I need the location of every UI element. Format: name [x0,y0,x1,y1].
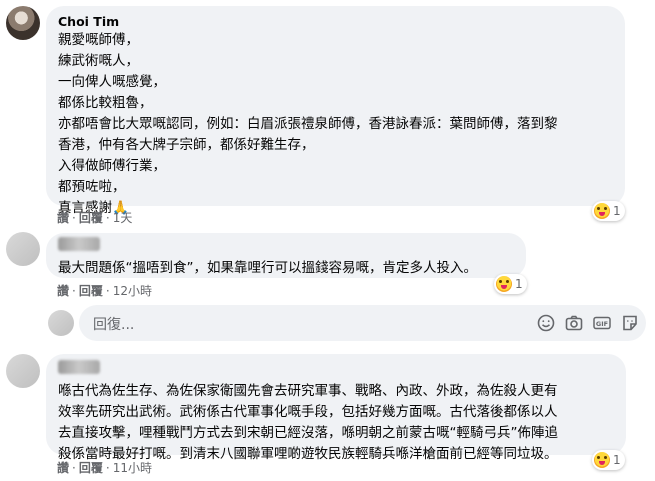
reply-box[interactable]: 回復... GIF [79,305,646,341]
reply-link[interactable]: 回覆 [79,284,103,298]
camera-icon[interactable] [565,314,583,332]
comment-line: 最大問題係“搵唔到食”，如果靠哩行可以搵錢容易嘅，肯定多人投入。 [58,260,477,276]
comment-line: 去直接攻擊，哩種戰鬥方式去到宋朝已經沒落，喺明朝之前蒙古嘅“輕騎弓兵”佈陣追 [58,425,558,441]
reaction-badge[interactable]: 1 [494,274,527,294]
comment-line: 亦都唔會比大眾嘅認同，例如：白眉派張禮泉師傅，香港詠春派：葉問師傅，落到黎 [58,116,558,132]
like-link[interactable]: 讚 [57,461,69,475]
gif-icon[interactable]: GIF [593,314,611,332]
timestamp[interactable]: 11小時 [113,461,152,475]
current-user-avatar[interactable] [48,310,74,336]
haha-emoji-icon [594,452,610,468]
comment-bubble: 最大問題係“搵唔到食”，如果靠哩行可以搵錢容易嘅，肯定多人投入。 [46,233,526,278]
reply-link[interactable]: 回覆 [79,461,103,475]
like-link[interactable]: 讚 [57,284,69,298]
comment-line: 親愛嘅師傅， [58,32,139,48]
timestamp[interactable]: 12小時 [113,284,152,298]
reaction-count: 1 [613,453,621,467]
comment-line: 入得做師傅行業， [58,158,166,174]
comment-author[interactable] [58,360,100,374]
like-link[interactable]: 讚 [57,211,69,225]
reaction-badge[interactable]: 1 [592,450,625,470]
comment-bubble: Choi Tim 親愛嘅師傅， 練武術嘅人， 一向俾人嘅感覺， 都係比較粗魯， … [46,6,625,216]
comment-line: 香港，仲有各大牌子宗師，都係好難生存， [58,137,315,153]
comment-line: 效率先研究出武術。武術係古代軍事化嘅手段，包括好幾方面嘅。古代落後都係以人 [58,404,558,420]
comment-line: 一向俾人嘅感覺， [58,74,166,90]
comment-line: 真言感謝🙏 [58,200,129,216]
haha-emoji-icon [496,276,512,292]
svg-text:GIF: GIF [596,320,608,328]
reaction-count: 1 [613,204,621,218]
reaction-badge[interactable]: 1 [592,201,625,221]
comment-author[interactable]: Choi Tim [58,14,613,30]
comment-actions: 讚 · 回覆 · 11小時 [57,461,152,475]
emoji-icon[interactable] [537,314,555,332]
avatar-choi-tim[interactable] [6,6,40,40]
comment-line: 練武術嘅人， [58,53,139,69]
avatar[interactable] [6,354,40,388]
comment-line: 都預咗啦， [58,179,126,195]
timestamp[interactable]: 1天 [113,211,133,225]
comment-line: 喺古代為佐生存、為佐保家衛國先會去研究軍事、戰略、內政、外政，為佐殺人更有 [58,383,558,399]
comment-line: 都係比較粗魯， [58,95,153,111]
reply-input[interactable]: 回復... [93,314,134,334]
comment-actions: 讚 · 回覆 · 1天 [57,211,133,225]
avatar[interactable] [6,232,40,266]
comment-author[interactable] [58,237,100,251]
sticker-icon[interactable] [621,314,639,332]
reaction-count: 1 [515,277,523,291]
haha-emoji-icon [594,203,610,219]
reply-link[interactable]: 回覆 [79,211,103,225]
comment-bubble: 喺古代為佐生存、為佐保家衛國先會去研究軍事、戰略、內政、外政，為佐殺人更有 效率… [46,354,626,462]
comment-actions: 讚 · 回覆 · 12小時 [57,284,152,298]
